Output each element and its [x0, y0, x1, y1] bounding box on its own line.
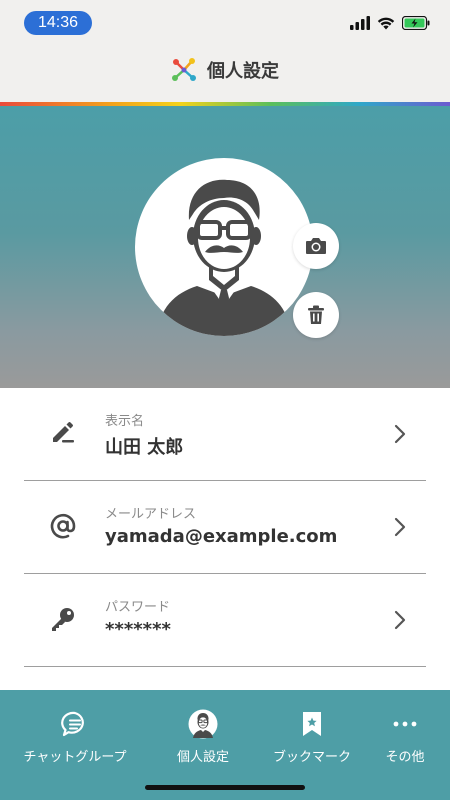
chevron-right-icon — [394, 610, 406, 630]
chevron-right-icon — [394, 517, 406, 537]
status-time: 14:36 — [24, 11, 92, 35]
avatar-icon — [188, 709, 218, 739]
row-caption: 表示名 — [105, 414, 145, 429]
camera-icon — [306, 238, 326, 254]
display-name-row[interactable]: 表示名 山田 太郎 — [0, 388, 450, 481]
tab-personal-settings[interactable]: 個人設定 — [147, 706, 259, 765]
page-title: 個人設定 — [207, 61, 279, 82]
tab-label: チャットグループ — [23, 750, 127, 765]
at-icon — [50, 513, 76, 539]
row-caption: メールアドレス — [105, 507, 197, 522]
delete-photo-button[interactable] — [293, 292, 339, 338]
wifi-icon — [377, 17, 395, 30]
chat-icon — [61, 711, 84, 737]
divider — [24, 666, 426, 667]
password-value: ******* — [105, 619, 171, 640]
home-indicator — [145, 785, 305, 790]
row-caption: パスワード — [105, 600, 171, 615]
app-logo-icon — [172, 58, 196, 81]
chevron-right-icon — [394, 424, 406, 444]
pencil-icon — [53, 422, 74, 443]
app-header: 個人設定 — [0, 44, 450, 102]
tab-more[interactable]: その他 — [349, 706, 450, 765]
more-icon — [393, 721, 417, 727]
tab-label: その他 — [385, 750, 425, 765]
tab-bar: チャットグループ 個人設定 ブックマーク その他 — [0, 690, 450, 800]
signal-icon — [350, 16, 370, 30]
battery-icon — [402, 16, 430, 30]
email-value: yamada@example.com — [105, 526, 338, 547]
password-row[interactable]: パスワード ******* — [0, 574, 450, 667]
status-icons — [350, 14, 430, 32]
trash-icon — [308, 305, 324, 324]
status-bar: 14:36 — [0, 0, 450, 44]
email-row[interactable]: メールアドレス yamada@example.com — [0, 481, 450, 574]
profile-hero — [0, 106, 450, 388]
settings-list: 表示名 山田 太郎 メールアドレス yamada@example.com パスワ… — [0, 388, 450, 667]
change-photo-button[interactable] — [293, 223, 339, 269]
avatar-man-icon — [157, 179, 291, 336]
profile-avatar[interactable] — [135, 158, 313, 336]
display-name-value: 山田 太郎 — [105, 437, 184, 458]
tab-label: 個人設定 — [176, 750, 229, 765]
bookmark-icon — [303, 712, 321, 736]
tab-chat-groups[interactable]: チャットグループ — [19, 706, 131, 765]
key-icon — [52, 608, 74, 631]
